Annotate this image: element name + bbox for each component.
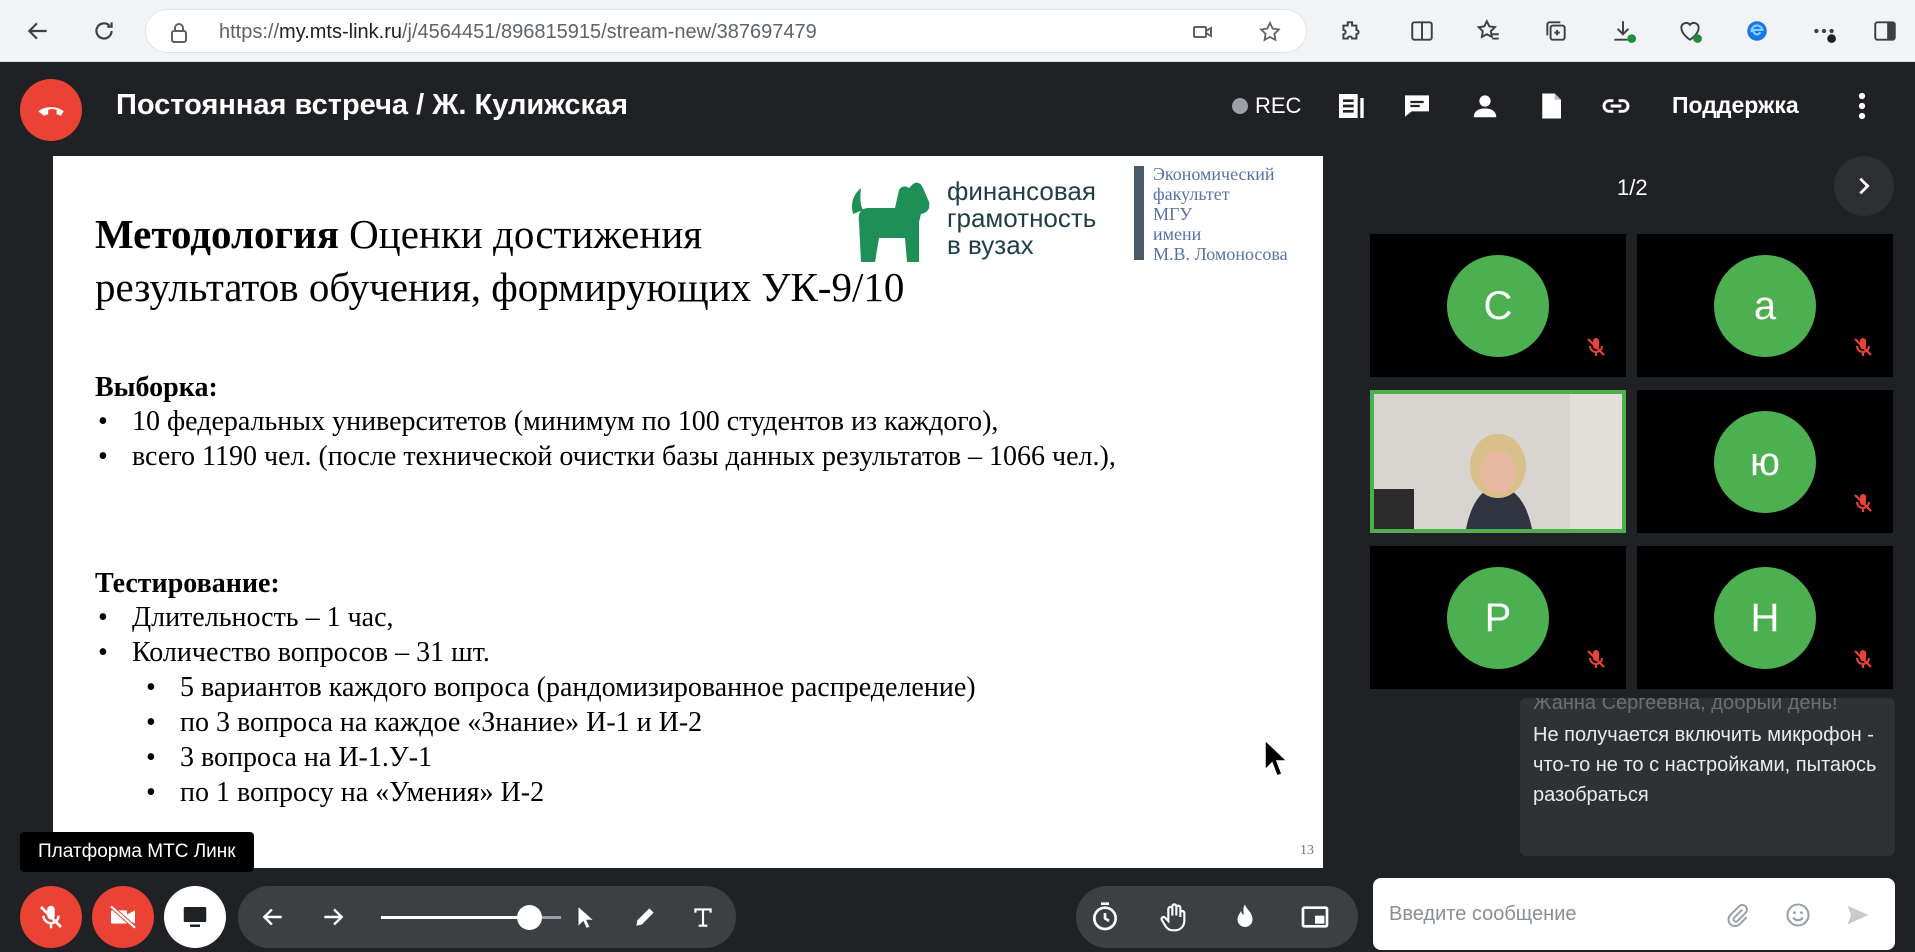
meeting-app: Постоянная встреча / Ж. Кулижская REC По…	[2, 62, 1913, 952]
drawing-toolbar	[238, 886, 736, 948]
dog-logo-icon	[852, 182, 930, 262]
meeting-title: Постоянная встреча / Ж. Кулижская	[116, 89, 629, 121]
bullet-item: • Количество вопросов – 31 шт.	[98, 637, 490, 668]
slide-page-number: 13	[1300, 843, 1314, 858]
avatar: Н	[1714, 567, 1816, 669]
link-icon[interactable]	[1598, 88, 1634, 124]
pen-tool-icon[interactable]	[630, 902, 660, 932]
camera-off-icon	[109, 904, 137, 930]
screen-share-button[interactable]	[164, 886, 226, 948]
avatar: С	[1447, 255, 1549, 357]
arrow-left-icon[interactable]	[258, 902, 288, 932]
more-menu-icon[interactable]	[1806, 13, 1842, 49]
agenda-icon[interactable]	[1333, 88, 1369, 124]
sub-bullet-item: • 3 вопроса на И-1.У-1	[146, 742, 433, 773]
mic-off-icon	[1854, 494, 1872, 512]
pointer-tool-icon[interactable]	[570, 902, 600, 932]
chat-icon[interactable]	[1399, 88, 1435, 124]
camera-icon[interactable]	[1191, 20, 1215, 44]
lock-icon[interactable]	[170, 23, 188, 48]
mic-off-icon	[1854, 338, 1872, 356]
slide-title: Методология Оценки достижения результато…	[95, 211, 905, 310]
phone-hangup-icon	[38, 107, 64, 116]
participants-icon[interactable]	[1467, 88, 1503, 124]
browser-health-icon[interactable]	[1672, 13, 1708, 49]
split-screen-icon[interactable]	[1404, 13, 1440, 49]
camera-toggle-button[interactable]	[92, 886, 154, 948]
timer-icon[interactable]	[1088, 900, 1122, 934]
text-tool-icon[interactable]	[688, 902, 718, 932]
participant-tile[interactable]: а	[1637, 234, 1893, 377]
fire-reaction-icon[interactable]	[1228, 900, 1262, 934]
extensions-icon[interactable]	[1333, 13, 1369, 49]
speaker-video-image	[1374, 394, 1622, 529]
presentation-slide: Методология Оценки достижения результато…	[53, 156, 1323, 868]
file-icon[interactable]	[1533, 88, 1569, 124]
meeting-topbar: Постоянная встреча / Ж. Кулижская REC По…	[2, 62, 1913, 150]
mic-off-icon	[40, 905, 62, 929]
emoji-icon[interactable]	[1783, 900, 1813, 930]
avatar: а	[1714, 255, 1816, 357]
slider-track	[381, 916, 529, 919]
send-icon[interactable]	[1843, 900, 1873, 930]
msu-logo-text: Экономический факультет МГУ имени М.В. Л…	[1153, 164, 1288, 264]
participant-tile[interactable]: ю	[1637, 390, 1893, 533]
logo-text: финансовая грамотность в вузах	[947, 176, 1097, 260]
sub-bullet-item: • по 3 вопроса на каждое «Знание» И-1 и И…	[146, 707, 703, 738]
participant-tile[interactable]: Р	[1370, 546, 1626, 689]
support-button[interactable]: Поддержка	[1672, 92, 1799, 119]
mic-toggle-button[interactable]	[20, 886, 82, 948]
mic-off-icon	[1854, 650, 1872, 668]
favorites-icon[interactable]	[1471, 13, 1507, 49]
reload-icon[interactable]	[86, 13, 122, 49]
downloads-icon[interactable]	[1605, 13, 1641, 49]
rec-label: REC	[1255, 93, 1302, 118]
back-icon[interactable]	[20, 13, 56, 49]
kebab-menu-icon[interactable]	[1844, 88, 1880, 124]
chat-message-text: Не получается включить микрофон - что-то…	[1533, 724, 1877, 806]
collections-icon[interactable]	[1538, 13, 1574, 49]
meeting-tools	[1076, 886, 1358, 948]
section-heading-testing: Тестирование:	[95, 568, 280, 599]
slider-thumb[interactable]	[516, 905, 542, 930]
monitor-icon	[183, 907, 207, 927]
rec-dot-icon	[1232, 98, 1248, 114]
edge-icon[interactable]	[1739, 13, 1775, 49]
participants-pager: 1/2	[1617, 175, 1648, 200]
chat-message-faded: Жанна Сергеевна, добрый день!	[1533, 698, 1838, 714]
layout-icon[interactable]	[1298, 900, 1332, 934]
attach-icon[interactable]	[1723, 900, 1753, 930]
avatar: ю	[1714, 411, 1816, 513]
section-heading-sample: Выборка:	[95, 372, 218, 403]
browser-toolbar: https://my.mts-link.ru/j/4564451/8968159…	[0, 0, 1915, 62]
participant-video-tile[interactable]	[1370, 390, 1626, 533]
bullet-item: • Длительность – 1 час,	[98, 602, 394, 633]
chat-message: Жанна Сергеевна, добрый день! Не получае…	[1520, 698, 1895, 856]
next-page-button[interactable]	[1834, 156, 1894, 216]
arrow-right-icon[interactable]	[318, 902, 348, 932]
url-text: https://my.mts-link.ru/j/4564451/8968159…	[219, 21, 817, 43]
bullet-item: • всего 1190 чел. (после технической очис…	[98, 441, 1116, 472]
sidebar-toggle-icon[interactable]	[1867, 13, 1903, 49]
participant-tile[interactable]: Н	[1637, 546, 1893, 689]
mic-off-icon	[1587, 338, 1605, 356]
address-bar[interactable]: https://my.mts-link.ru/j/4564451/8968159…	[145, 9, 1307, 53]
avatar: Р	[1447, 567, 1549, 669]
platform-tooltip: Платформа МТС Линк	[20, 832, 254, 872]
logo-divider	[1134, 166, 1144, 260]
raise-hand-icon[interactable]	[1158, 900, 1192, 934]
recording-indicator[interactable]: REC	[1232, 93, 1301, 119]
hangup-button[interactable]	[20, 79, 82, 141]
sub-bullet-item: • 5 вариантов каждого вопроса (рандомизир…	[146, 672, 976, 703]
participant-tile[interactable]: С	[1370, 234, 1626, 377]
mic-off-icon	[1587, 650, 1605, 668]
favorite-star-icon[interactable]	[1258, 20, 1282, 44]
chat-input-box	[1373, 878, 1895, 950]
sub-bullet-item: • по 1 вопросу на «Умения» И-2	[146, 777, 545, 808]
bullet-item: • 10 федеральных университетов (минимум п…	[98, 406, 999, 437]
chat-message-input[interactable]	[1389, 898, 1719, 930]
mouse-pointer-icon	[1264, 738, 1289, 777]
chevron-right-icon	[1859, 177, 1870, 195]
